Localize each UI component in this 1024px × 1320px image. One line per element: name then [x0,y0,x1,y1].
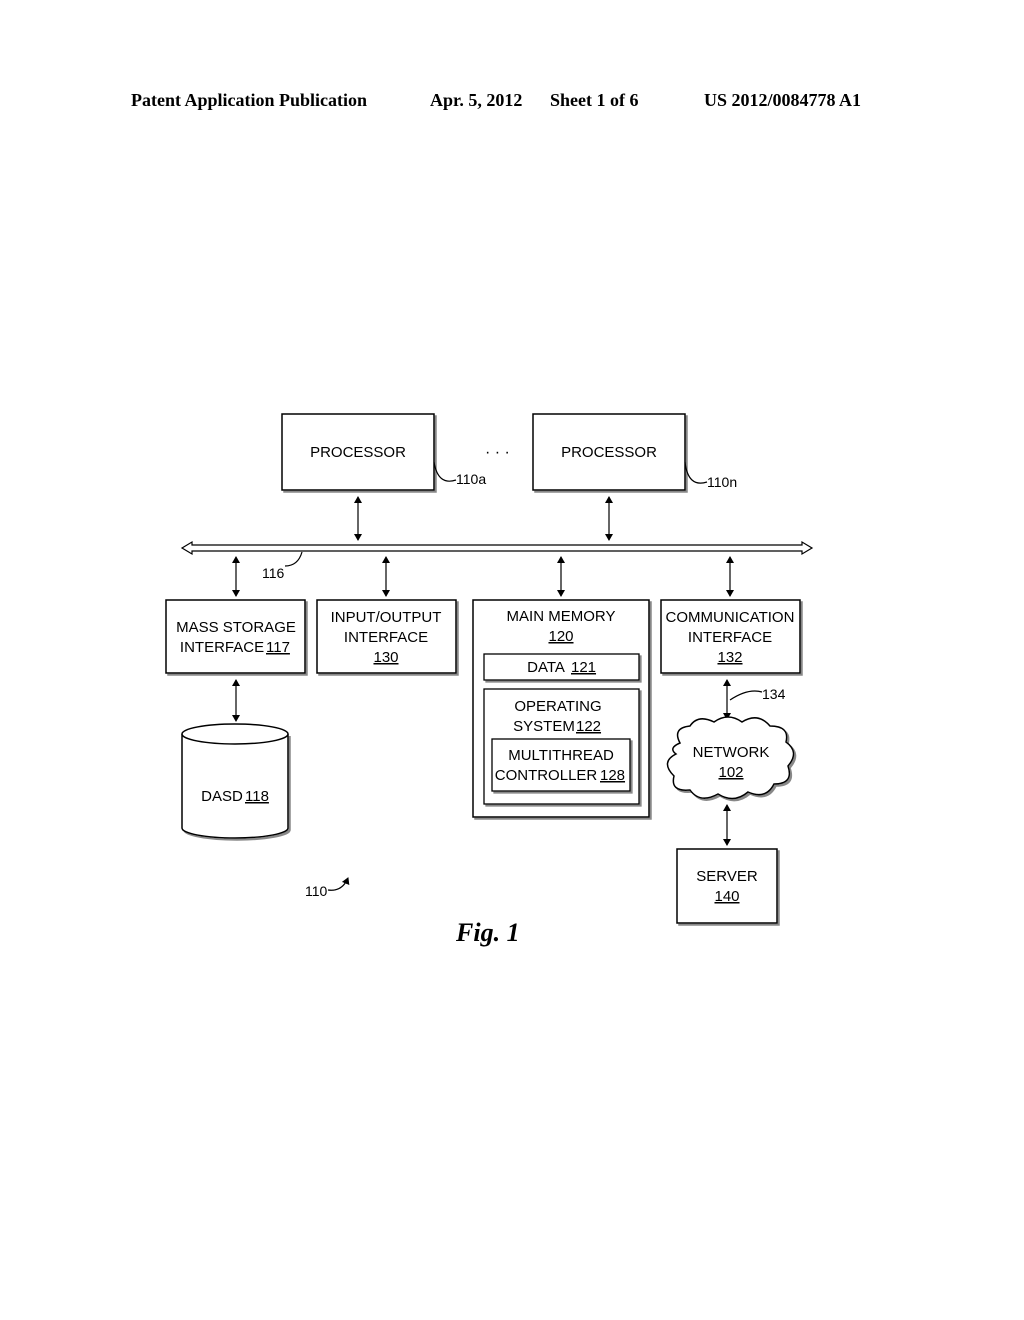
processor-n-ref: 110n [707,474,737,490]
main-memory-ref: 120 [548,628,573,645]
network-label: NETWORK [693,744,770,761]
system-ref: 110 [305,883,328,899]
mass-storage-line1: MASS STORAGE [176,619,296,636]
comm-ref: 132 [717,649,742,666]
os-line1: OPERATING [514,698,601,715]
server-ref: 140 [714,888,739,905]
main-memory-box: MAIN MEMORY 120 DATA 121 OPERATING SYSTE… [472,599,650,818]
mass-storage-ref: 117 [266,639,290,656]
multithread-ref: 128 [600,767,625,784]
block-diagram: PROCESSOR 110a · · · PROCESSOR 110n 116 … [165,413,814,924]
bus-ref: 116 [262,565,285,581]
dasd-cylinder: DASD 118 [181,723,289,839]
network-cloud: NETWORK 102 [666,716,795,800]
server-box: SERVER 140 [676,848,778,924]
system-ref-arrow [327,877,350,891]
io-interface-box: INPUT/OUTPUT INTERFACE 130 [316,599,457,674]
system-bus [180,540,814,556]
processor-a-ref: 110a [456,471,486,487]
io-line2: INTERFACE [344,629,428,646]
os-ref: 122 [576,718,601,735]
multithread-line1: MULTITHREAD [508,747,614,764]
processor-n-box: PROCESSOR [532,413,686,491]
io-line1: INPUT/OUTPUT [331,609,442,626]
data-ref: 121 [571,659,596,676]
multithread-line2: CONTROLLER [495,767,598,784]
mass-storage-interface-box: MASS STORAGE INTERFACE 117 [165,599,306,674]
processor-a-label: PROCESSOR [310,444,406,461]
network-link-ref: 134 [762,686,786,702]
comm-line1: COMMUNICATION [666,609,795,626]
processor-n-label: PROCESSOR [561,444,657,461]
data-label: DATA [527,659,565,676]
processor-a-leader [433,461,457,482]
communication-interface-box: COMMUNICATION INTERFACE 132 [660,599,801,674]
comm-line2: INTERFACE [688,629,772,646]
network-ref: 102 [718,764,743,781]
io-ref: 130 [373,649,398,666]
dasd-label: DASD [201,788,243,805]
mass-storage-line2: INTERFACE [180,639,264,656]
os-line2: SYSTEM [513,718,575,735]
ellipsis: · · · [485,444,510,461]
processor-a-box: PROCESSOR [281,413,435,491]
server-label: SERVER [696,868,758,885]
figure-caption: Fig. 1 [456,918,520,947]
main-memory-label: MAIN MEMORY [507,608,616,625]
processor-n-leader [684,461,708,484]
dasd-ref: 118 [245,788,269,805]
